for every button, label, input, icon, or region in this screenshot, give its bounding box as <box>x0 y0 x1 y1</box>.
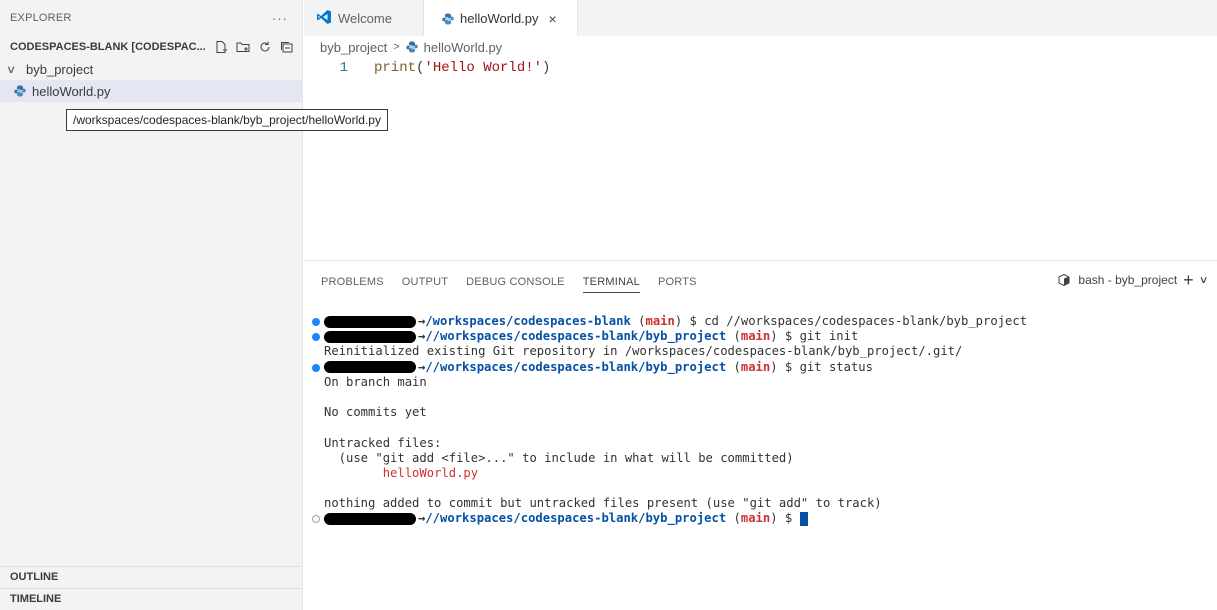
line-number: 1 <box>339 59 348 76</box>
folder-label: byb_project <box>26 61 94 77</box>
python-file-icon <box>405 41 418 53</box>
terminal-line: helloWorld.py <box>324 466 1027 481</box>
terminal-line: →//workspaces/codespaces-blank/byb_proje… <box>312 360 1027 375</box>
file-path-tooltip: /workspaces/codespaces-blank/byb_project… <box>66 109 388 131</box>
terminal-line: No commits yet <box>324 405 427 420</box>
tab-helloworld[interactable]: helloWorld.py × <box>424 0 578 36</box>
redacted-username <box>324 361 416 374</box>
success-dot-icon <box>312 363 320 372</box>
redacted-username <box>324 512 416 525</box>
terminal-line: Reinitialized existing Git repository in… <box>324 344 963 359</box>
explorer-sidebar: EXPLORER ··· CODESPACES-BLANK [CODESPAC.… <box>0 0 303 610</box>
new-folder-icon[interactable] <box>236 40 250 54</box>
breadcrumb-file[interactable]: helloWorld.py <box>424 40 503 55</box>
untracked-file: helloWorld.py <box>382 465 479 480</box>
breadcrumb: byb_project > helloWorld.py <box>304 36 1217 58</box>
code-function: print <box>374 59 417 76</box>
vscode-logo-icon <box>316 9 332 28</box>
terminal-output[interactable]: →/workspaces/codespaces-blank (main) $ c… <box>312 314 1027 527</box>
more-actions-icon[interactable]: ··· <box>272 11 288 26</box>
outline-section[interactable]: OUTLINE <box>0 566 302 588</box>
terminal-line: On branch main <box>324 374 427 389</box>
tab-debug-console[interactable]: DEBUG CONSOLE <box>466 272 565 292</box>
terminal-cursor <box>799 511 808 526</box>
breadcrumb-folder[interactable]: byb_project <box>320 40 387 55</box>
tab-ports[interactable]: PORTS <box>658 272 697 292</box>
code-string: 'Hello World!' <box>424 59 543 76</box>
close-icon[interactable]: × <box>549 11 557 27</box>
terminal-line: (use "git add <file>..." to include in w… <box>324 450 794 465</box>
tab-helloworld-label: helloWorld.py <box>460 11 539 26</box>
terminal-bash-icon <box>1058 273 1072 287</box>
tab-terminal[interactable]: TERMINAL <box>582 272 640 293</box>
timeline-section[interactable]: TIMELINE <box>0 588 302 610</box>
workspace-title: CODESPACES-BLANK [CODESPAC... <box>10 41 206 53</box>
success-dot-icon <box>312 333 320 342</box>
tab-welcome-label: Welcome <box>338 10 392 26</box>
tree-folder-byb-project[interactable]: ∨ byb_project <box>0 58 302 80</box>
terminal-line: →/workspaces/codespaces-blank (main) $ c… <box>312 314 1027 329</box>
bottom-panel: PROBLEMS OUTPUT DEBUG CONSOLE TERMINAL P… <box>304 260 1217 610</box>
code-line-1[interactable]: 1 print('Hello World!') <box>304 58 1217 77</box>
explorer-title: EXPLORER <box>10 12 72 24</box>
terminal-name[interactable]: bash - byb_project <box>1078 273 1177 287</box>
tab-problems[interactable]: PROBLEMS <box>321 272 384 292</box>
idle-dot-icon <box>312 515 320 524</box>
editor-tabs: Welcome helloWorld.py × <box>304 0 1217 36</box>
terminal-line: nothing added to commit but untracked fi… <box>324 496 882 511</box>
python-file-icon <box>442 13 454 25</box>
code-paren-close: ) <box>542 59 551 76</box>
workspace-header[interactable]: CODESPACES-BLANK [CODESPAC... <box>0 36 302 58</box>
refresh-icon[interactable] <box>258 40 272 54</box>
explorer-header: EXPLORER ··· <box>0 0 302 36</box>
code-paren-open: ( <box>416 59 425 76</box>
tab-welcome[interactable]: Welcome <box>304 0 424 36</box>
chevron-right-icon: > <box>393 41 400 53</box>
chevron-down-icon[interactable]: ∨ <box>1199 275 1209 286</box>
new-terminal-icon[interactable]: + <box>1183 271 1194 289</box>
success-dot-icon <box>312 318 320 326</box>
tree-file-helloworld[interactable]: helloWorld.py <box>0 80 302 102</box>
chevron-down-icon: ∨ <box>5 63 17 76</box>
redacted-username <box>324 315 416 328</box>
redacted-username <box>324 330 416 343</box>
terminal-line: →//workspaces/codespaces-blank/byb_proje… <box>312 329 1027 344</box>
file-label: helloWorld.py <box>32 83 111 99</box>
terminal-controls: bash - byb_project + ∨ <box>1058 271 1209 289</box>
editor-area: Welcome helloWorld.py × byb_project > he… <box>304 0 1217 260</box>
python-file-icon <box>14 85 26 97</box>
new-file-icon[interactable] <box>214 40 228 54</box>
collapse-all-icon[interactable] <box>280 40 294 54</box>
tab-output[interactable]: OUTPUT <box>402 272 448 292</box>
terminal-line: →//workspaces/codespaces-blank/byb_proje… <box>312 511 1027 526</box>
terminal-line: Untracked files: <box>324 435 442 450</box>
